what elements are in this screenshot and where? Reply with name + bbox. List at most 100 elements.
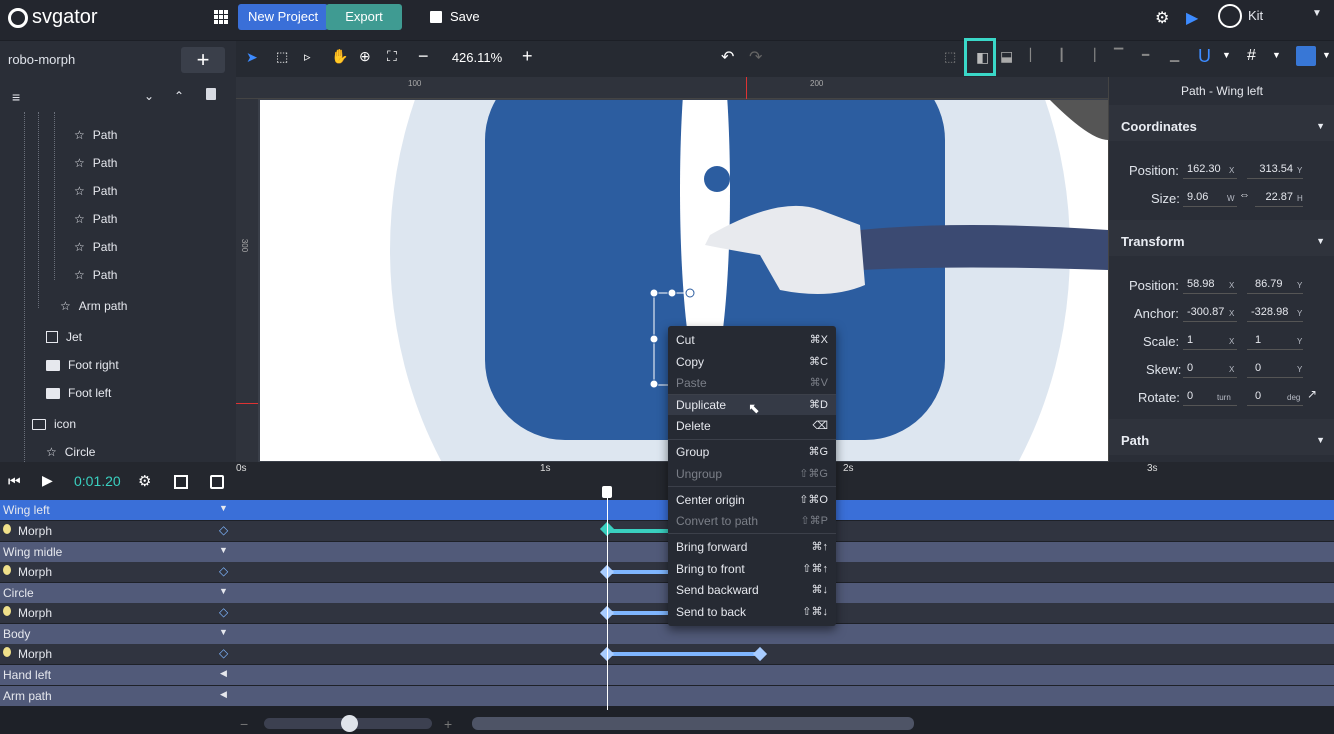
zoom-out-button[interactable]: − xyxy=(418,46,429,67)
grid-icon[interactable]: # xyxy=(1247,47,1256,65)
selection-handle[interactable] xyxy=(649,379,659,389)
selection-handle[interactable] xyxy=(667,288,677,298)
align-middle-icon[interactable]: ━ xyxy=(1142,48,1149,62)
track-expand-icon[interactable]: ▼ xyxy=(219,627,228,637)
skew-y-input[interactable]: 0 xyxy=(1247,360,1303,378)
menu-item-cut[interactable]: Cut ⌘X xyxy=(668,330,836,350)
logo[interactable]: svgator xyxy=(8,6,98,29)
zoom-in-button[interactable]: + xyxy=(522,46,533,67)
keyframe-span[interactable] xyxy=(607,611,668,615)
track-collapsed-icon[interactable]: ◀ xyxy=(220,668,227,679)
menu-item-copy[interactable]: Copy ⌘C xyxy=(668,352,836,372)
collapse-chevron-icon[interactable]: ▼ xyxy=(1316,236,1325,246)
flip-vertical-icon[interactable]: ⬓ xyxy=(1000,48,1013,65)
selection-handle[interactable] xyxy=(649,288,659,298)
size-h-input[interactable]: 22.87 xyxy=(1255,189,1303,207)
t-position-y-input[interactable]: 86.79 xyxy=(1247,276,1303,294)
layer-row[interactable]: ☆ Arm path xyxy=(60,296,127,316)
scale-y-input[interactable]: 1 xyxy=(1247,332,1303,350)
coordinates-section[interactable]: Coordinates ▼ xyxy=(1109,105,1334,141)
timeline-scrollbar[interactable] xyxy=(472,717,914,730)
align-center-icon[interactable]: ┃ xyxy=(1058,48,1065,62)
track-label[interactable]: Hand left xyxy=(0,665,235,685)
align-top-icon[interactable]: ▔ xyxy=(1114,48,1123,62)
apps-grid-icon[interactable] xyxy=(214,10,228,24)
keyframe-toggle-icon[interactable]: ◇ xyxy=(219,564,228,578)
collapse-chevron-icon[interactable]: ▼ xyxy=(1316,121,1325,131)
keyframe-toggle-icon[interactable]: ◇ xyxy=(219,605,228,619)
track-label[interactable]: Morph xyxy=(0,521,235,541)
track-expand-icon[interactable]: ▼ xyxy=(219,586,228,596)
anchor-y-input[interactable]: -328.98 xyxy=(1247,304,1303,322)
track-label[interactable]: Circle xyxy=(0,583,235,603)
layer-row[interactable]: Jet xyxy=(46,327,82,347)
timeline-zoom-out-icon[interactable]: − xyxy=(240,716,248,732)
fit-screen-icon[interactable]: ⛶ xyxy=(387,48,397,65)
menu-item-bring-forward[interactable]: Bring forward ⌘↑ xyxy=(668,537,836,557)
menu-item-group[interactable]: Group ⌘G xyxy=(668,442,836,462)
zoom-tool-icon[interactable]: ⊕ xyxy=(359,48,371,65)
ruler-icon[interactable] xyxy=(1296,46,1316,66)
track-label[interactable]: Wing left xyxy=(0,500,235,520)
menu-item-delete[interactable]: Delete ⌫ xyxy=(668,416,836,436)
align-left-icon[interactable]: ▏ xyxy=(1030,48,1039,62)
timeline-settings-icon[interactable]: ⚙ xyxy=(138,472,151,490)
user-menu-chevron-icon[interactable]: ▼ xyxy=(1312,8,1322,19)
transform-tool-icon[interactable]: ⬚ xyxy=(276,49,288,65)
layer-row[interactable]: icon xyxy=(32,414,76,434)
layers-menu-icon[interactable]: ≡ xyxy=(12,89,20,105)
trash-icon[interactable] xyxy=(206,88,216,100)
collapse-up-icon[interactable]: ⌃ xyxy=(174,89,184,103)
time-display[interactable]: 0:01.20 xyxy=(74,473,121,489)
selection-handle[interactable] xyxy=(649,334,659,344)
timeline-options-icon[interactable] xyxy=(210,475,224,489)
hand-tool-icon[interactable]: ✋ xyxy=(331,48,348,65)
keyframe-span[interactable] xyxy=(607,529,668,533)
track-label[interactable]: Body xyxy=(0,624,235,644)
project-name[interactable]: robo-morph xyxy=(8,52,75,67)
keyframe-span[interactable] xyxy=(607,652,760,656)
go-start-icon[interactable]: ⏮ xyxy=(8,473,21,490)
layer-row[interactable]: ☆ Path xyxy=(74,181,117,201)
easing-icon[interactable] xyxy=(174,475,188,489)
undo-icon[interactable]: ↶ xyxy=(721,47,734,67)
select-tool-icon[interactable]: ➤ xyxy=(246,49,258,66)
zoom-value[interactable]: 426.11% xyxy=(444,50,510,65)
keyframe-toggle-icon[interactable]: ◇ xyxy=(219,523,228,537)
ruler-dropdown-icon[interactable]: ▼ xyxy=(1322,50,1331,60)
track-expand-icon[interactable]: ▼ xyxy=(219,503,228,513)
snap-dropdown-icon[interactable]: ▼ xyxy=(1222,50,1231,60)
track-expand-icon[interactable]: ▼ xyxy=(219,545,228,555)
position-y-input[interactable]: 313.54 xyxy=(1247,161,1303,179)
path-section[interactable]: Path ▼ xyxy=(1109,419,1334,455)
track-label[interactable]: Morph xyxy=(0,562,235,582)
play-preview-icon[interactable]: ▶ xyxy=(1186,8,1198,28)
track-label[interactable]: Arm path xyxy=(0,686,235,706)
grid-dropdown-icon[interactable]: ▼ xyxy=(1272,50,1281,60)
timeline-zoom-in-icon[interactable]: + xyxy=(444,716,452,732)
menu-item-send-to-back[interactable]: Send to back ⇧⌘↓ xyxy=(668,602,836,622)
layer-row[interactable]: ☆ Path xyxy=(74,237,117,257)
new-project-button[interactable]: New Project xyxy=(238,4,329,30)
export-button[interactable]: Export xyxy=(326,4,402,30)
track-label[interactable]: Morph xyxy=(0,644,235,664)
layer-row[interactable]: ☆ Path xyxy=(74,153,117,173)
keyframe-toggle-icon[interactable]: ◇ xyxy=(219,646,228,660)
layer-row[interactable]: ☆ Path xyxy=(74,265,117,285)
selection-handle[interactable] xyxy=(685,288,695,298)
redo-icon[interactable]: ↷ xyxy=(749,47,762,67)
layer-row[interactable]: Foot left xyxy=(46,383,111,403)
layer-row[interactable]: ☆ Circle xyxy=(46,442,95,462)
track-collapsed-icon[interactable]: ◀ xyxy=(220,689,227,700)
add-layer-button[interactable]: + xyxy=(181,47,225,73)
collapse-down-icon[interactable]: ⌄ xyxy=(144,89,154,103)
settings-gear-icon[interactable]: ⚙ xyxy=(1155,8,1169,28)
menu-item-send-backward[interactable]: Send backward ⌘↓ xyxy=(668,580,836,600)
menu-item-bring-to-front[interactable]: Bring to front ⇧⌘↑ xyxy=(668,559,836,579)
group-select-icon[interactable]: ⬚ xyxy=(944,49,956,65)
align-bottom-icon[interactable]: ▁ xyxy=(1170,48,1179,62)
avatar[interactable] xyxy=(1218,4,1242,28)
layer-row[interactable]: ☆ Path xyxy=(74,125,117,145)
layer-row[interactable]: Foot right xyxy=(46,355,119,375)
rotate-handle-icon[interactable]: ↗ xyxy=(1307,387,1317,401)
